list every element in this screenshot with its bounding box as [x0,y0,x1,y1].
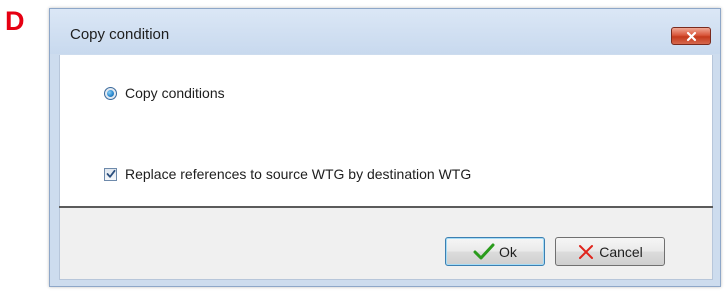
checkmark-icon [106,169,115,178]
ok-button[interactable]: Ok [445,237,545,266]
cancel-label: Cancel [599,243,643,260]
title-bar[interactable]: Copy condition [50,9,720,54]
replace-references-label[interactable]: Replace references to source WTG by dest… [125,166,471,182]
copy-condition-dialog: Copy condition Copy conditions Replace r… [49,8,721,287]
figure-label: D [5,6,25,36]
replace-references-checkbox[interactable] [104,167,117,181]
copy-conditions-radio[interactable] [104,86,117,100]
cancel-button[interactable]: Cancel [555,237,665,266]
dialog-body: Copy conditions Replace references to so… [59,55,713,206]
copy-conditions-option[interactable]: Copy conditions [104,85,225,101]
dialog-footer: Ok Cancel [59,208,713,280]
ok-label: Ok [499,243,517,260]
checkmark-icon [473,243,495,261]
close-icon [686,31,697,42]
replace-references-option[interactable]: Replace references to source WTG by dest… [104,166,471,182]
copy-conditions-label[interactable]: Copy conditions [125,85,225,101]
radio-selected-dot [107,89,114,97]
cross-icon [577,243,595,261]
dialog-title: Copy condition [70,26,170,43]
close-button[interactable] [671,27,711,45]
